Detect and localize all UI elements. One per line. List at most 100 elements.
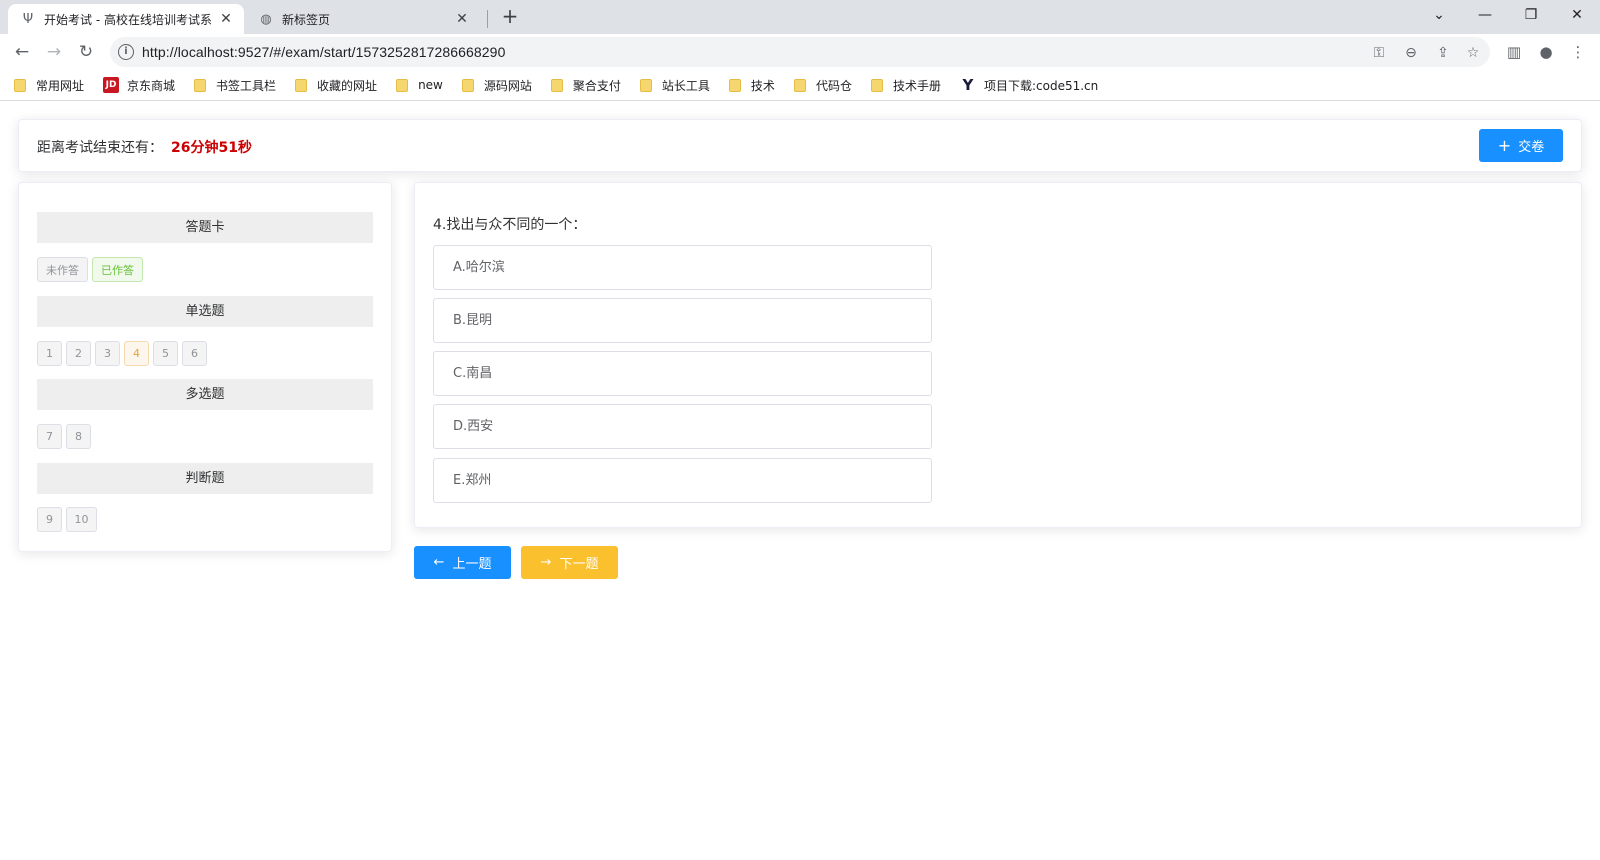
bookmark-label: 站长工具: [661, 78, 710, 93]
close-tab-icon[interactable]: ✕: [218, 11, 234, 27]
bookmark-item[interactable]: 收藏的网址: [295, 77, 377, 94]
question-number-button[interactable]: 5: [153, 341, 178, 366]
folder-icon: [396, 78, 409, 92]
question-number-button[interactable]: 8: [66, 424, 91, 449]
bookmark-item[interactable]: 聚合支付: [550, 77, 621, 94]
reload-button[interactable]: ↻: [72, 38, 100, 66]
bookmark-label: 聚合支付: [572, 78, 621, 93]
option-c[interactable]: C.南昌: [433, 351, 932, 396]
y-logo-icon: Y: [962, 76, 974, 94]
profile-icon[interactable]: ●: [1534, 38, 1558, 66]
bookmark-label: 京东商城: [127, 78, 176, 93]
tab-title: 新标签页: [282, 12, 331, 27]
bookmark-label: 项目下载:code51.cn: [983, 78, 1099, 93]
url-text[interactable]: http://localhost:9527/#/exam/start/15732…: [142, 44, 505, 60]
restore-button[interactable]: ❐: [1508, 0, 1554, 30]
question-number-button[interactable]: 3: [95, 341, 120, 366]
close-tab-icon[interactable]: ✕: [454, 11, 470, 27]
folder-icon: [793, 78, 806, 92]
tab-exam[interactable]: Ψ 开始考试 - 高校在线培训考试系统 ✕: [8, 4, 244, 34]
section-title-judge: 判断题: [37, 463, 373, 494]
bookmark-item[interactable]: 技术手册: [870, 77, 941, 94]
prev-question-button[interactable]: ← 上一题: [414, 546, 511, 579]
section-title-multi: 多选题: [37, 379, 373, 410]
question-numbers-single: 123456: [37, 341, 211, 366]
folder-icon: [14, 78, 26, 92]
question-number-button[interactable]: 2: [66, 341, 91, 366]
tab-separator: [487, 10, 488, 28]
bookmark-item[interactable]: 代码仓: [793, 77, 852, 94]
legend-unanswered: 未作答: [37, 257, 88, 282]
question-number-button[interactable]: 4: [124, 341, 149, 366]
timer-label: 距离考试结束还有：: [37, 140, 163, 156]
bookmark-item[interactable]: Y 项目下载:code51.cn: [960, 76, 1099, 94]
question-number-button[interactable]: 10: [66, 507, 97, 532]
question-number-button[interactable]: 9: [37, 507, 62, 532]
tab-search-icon[interactable]: ⌄: [1416, 0, 1462, 30]
jd-logo-icon: JD: [103, 77, 120, 93]
bookmark-label: 技术: [750, 78, 775, 93]
star-icon[interactable]: ☆: [1464, 44, 1482, 62]
question-numbers-judge: 9 10: [37, 507, 101, 532]
bookmark-label: 书签工具栏: [216, 78, 277, 93]
new-tab-button[interactable]: +: [498, 5, 522, 29]
site-info-icon[interactable]: i: [118, 44, 134, 60]
folder-icon: [728, 78, 741, 92]
back-button[interactable]: ←: [8, 38, 36, 66]
answer-legend: 未作答 已作答: [37, 257, 147, 282]
folder-icon: [194, 78, 207, 92]
folder-icon: [461, 78, 474, 92]
minimize-button[interactable]: —: [1462, 0, 1508, 30]
question-text: 4.找出与众不同的一个：: [433, 217, 587, 233]
arrow-right-icon: →: [540, 555, 552, 570]
sprout-icon: Ψ: [22, 11, 34, 27]
question-number-button[interactable]: 7: [37, 424, 62, 449]
window-close-button[interactable]: ✕: [1554, 0, 1600, 30]
timer-row: 距离考试结束还有： 26分钟51秒: [37, 137, 252, 157]
bookmark-label: 常用网址: [36, 78, 85, 93]
bookmark-item[interactable]: 站长工具: [639, 77, 710, 94]
next-question-button[interactable]: → 下一题: [521, 546, 618, 579]
option-b[interactable]: B.昆明: [433, 298, 932, 343]
submit-exam-button[interactable]: + 交卷: [1479, 129, 1563, 162]
key-icon[interactable]: ⚿: [1370, 44, 1388, 62]
answer-card: 答题卡 未作答 已作答 单选题 123456 多选题 78 判断题 9 10: [18, 182, 392, 552]
submit-label: 交卷: [1518, 140, 1545, 155]
bookmarks-bar: 常用网址 JD 京东商城 书签工具栏 收藏的网址 new 源码网站 聚合支付 站长工具 技术 代码仓…: [0, 70, 1600, 101]
legend-answered: 已作答: [92, 257, 143, 282]
folder-icon: [295, 78, 308, 92]
arrow-left-icon: ←: [433, 555, 445, 570]
bookmark-label: 技术手册: [892, 78, 941, 93]
zoom-icon[interactable]: ⊖: [1402, 44, 1420, 62]
tab-new[interactable]: ◍ 新标签页 ✕: [246, 4, 480, 34]
bookmark-label: 源码网站: [483, 78, 532, 93]
section-title-single: 单选题: [37, 296, 373, 327]
exam-page: 距离考试结束还有： 26分钟51秒 + 交卷 答题卡 未作答 已作答 单选题 12…: [0, 101, 1600, 860]
answer-card-title: 答题卡: [37, 212, 373, 243]
bookmark-item[interactable]: JD 京东商城: [103, 77, 175, 94]
browser-toolbar: ← → ↻ i http://localhost:9527/#/exam/sta…: [0, 34, 1600, 70]
bookmark-item[interactable]: 书签工具栏: [194, 77, 276, 94]
forward-button[interactable]: →: [40, 38, 68, 66]
folder-icon: [870, 78, 883, 92]
side-panel-icon[interactable]: ▥: [1502, 38, 1526, 66]
question-number-button[interactable]: 1: [37, 341, 62, 366]
question-number-button[interactable]: 6: [182, 341, 207, 366]
timer-value: 26分钟51秒: [171, 140, 252, 156]
option-e[interactable]: E.郑州: [433, 458, 932, 503]
bookmark-label: 代码仓: [815, 78, 852, 93]
bookmark-item[interactable]: 技术: [728, 77, 775, 94]
share-icon[interactable]: ⇪: [1434, 44, 1452, 62]
option-a[interactable]: A.哈尔滨: [433, 245, 932, 290]
plus-icon: +: [1497, 135, 1512, 155]
bookmark-item[interactable]: 源码网站: [461, 77, 532, 94]
bookmark-item[interactable]: new: [396, 78, 443, 92]
folder-icon: [550, 78, 563, 92]
globe-icon: ◍: [260, 11, 272, 27]
next-label: 下一题: [559, 557, 599, 572]
address-bar[interactable]: i http://localhost:9527/#/exam/start/157…: [110, 37, 1490, 67]
menu-icon[interactable]: ⋮: [1566, 38, 1590, 66]
bookmark-item[interactable]: 常用网址: [14, 77, 84, 94]
option-d[interactable]: D.西安: [433, 404, 932, 449]
folder-icon: [639, 78, 652, 92]
